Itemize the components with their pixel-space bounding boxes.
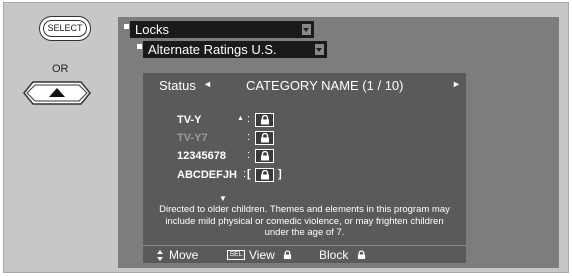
footer-divider (143, 245, 466, 246)
status-label: Status (159, 78, 196, 93)
dropdown-arrow-icon[interactable] (302, 24, 311, 35)
up-arrow-icon: ▲ (237, 115, 244, 122)
selection-bracket-left: [ (247, 168, 251, 180)
lock-icon (261, 151, 269, 161)
separator: : (247, 149, 251, 161)
locks-menu-title: Locks (135, 22, 169, 37)
lock-icon (357, 250, 366, 260)
rating-label: TV-Y (177, 114, 202, 126)
lock-toggle[interactable] (255, 131, 274, 145)
separator: : (247, 113, 251, 125)
lock-toggle[interactable] (255, 149, 274, 163)
category-name: CATEGORY NAME (1 / 10) (246, 78, 404, 93)
lock-icon (261, 115, 269, 125)
alternate-ratings-title: Alternate Ratings U.S. (148, 42, 277, 57)
or-label: OR (52, 63, 69, 75)
lock-icon (261, 133, 269, 143)
locks-menu-bar[interactable]: Locks (130, 21, 314, 38)
selection-bracket-right: ] (278, 168, 282, 180)
left-arrow-icon[interactable]: ◄ (203, 79, 212, 89)
rating-description: Directed to older children. Themes and e… (159, 204, 450, 238)
lock-toggle[interactable] (255, 113, 274, 127)
dropdown-arrow-icon[interactable] (315, 44, 324, 55)
select-key-label: SELECT (43, 20, 87, 37)
help-footer: Move SEL View Block (143, 247, 466, 263)
select-key-button[interactable]: SELECT (39, 16, 91, 41)
menu-marker (124, 24, 129, 29)
block-label: Block (319, 248, 349, 262)
right-arrow-icon[interactable]: ► (452, 79, 461, 89)
view-label: View (249, 248, 275, 262)
up-arrow-key-icon[interactable] (23, 81, 91, 105)
rating-label: TV-Y7 (177, 132, 208, 144)
scroll-down-arrow-icon[interactable]: ▼ (219, 194, 227, 203)
separator: : (243, 168, 247, 180)
rating-label: 12345678 (177, 150, 226, 162)
ratings-panel: Status ◄ CATEGORY NAME (1 / 10) ► TV-Y ▲… (143, 73, 466, 263)
alternate-ratings-bar[interactable]: Alternate Ratings U.S. (143, 41, 327, 58)
lock-icon (283, 250, 292, 260)
illustration-frame: SELECT OR Locks Alternate Ratings U.S. S… (3, 2, 569, 273)
tv-screen: Locks Alternate Ratings U.S. Status ◄ CA… (118, 17, 559, 268)
up-down-arrow-icon (157, 250, 163, 261)
move-label: Move (169, 248, 199, 262)
panel-header: Status ◄ CATEGORY NAME (1 / 10) ► (143, 73, 466, 97)
separator: : (247, 131, 251, 143)
sel-key-icon: SEL (227, 250, 245, 260)
rating-label: ABCDEFJH (177, 169, 237, 181)
lock-icon (261, 170, 269, 180)
submenu-marker (137, 44, 142, 49)
lock-toggle[interactable] (255, 168, 274, 182)
